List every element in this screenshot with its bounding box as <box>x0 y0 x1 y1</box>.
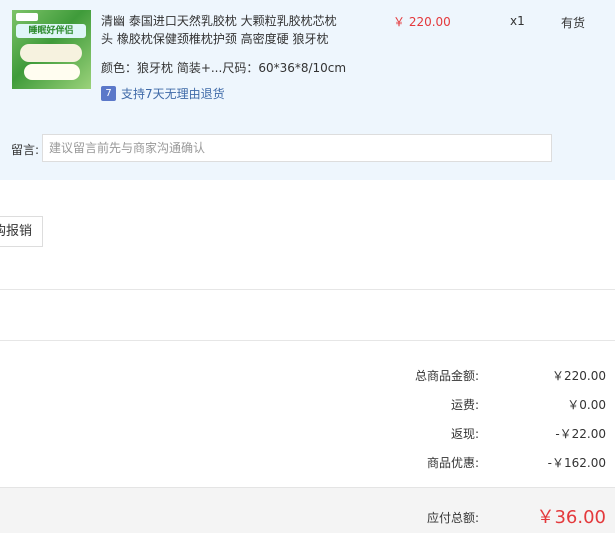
total-label: 应付总额: <box>426 511 479 525</box>
product-price: ￥ 220.00 <box>393 15 451 29</box>
product-attributes: 颜色：狼牙枕 简装+...尺码：60*36*8/10cm <box>101 61 347 75</box>
summary-label-cashback: 返现: <box>450 427 479 441</box>
summary-value-discount: -￥162.00 <box>547 456 606 470</box>
summary-value-shipping: ￥0.00 <box>567 398 606 412</box>
return-guarantee-text: 支持7天无理由退货 <box>121 86 225 101</box>
reimburse-button[interactable]: 购报销 <box>0 216 43 247</box>
summary-label-subtotal: 总商品金额: <box>414 369 479 383</box>
summary-label-shipping: 运费: <box>450 398 479 412</box>
summary-value-cashback: -￥22.00 <box>555 427 606 441</box>
product-title-link[interactable]: 清幽 泰国进口天然乳胶枕 大颗粒乳胶枕芯枕头 橡胶枕保健颈椎枕护颈 高密度硬 狼… <box>101 12 341 48</box>
divider <box>0 340 615 341</box>
return-guarantee: 7 支持7天无理由退货 <box>101 84 225 102</box>
summary-label-discount: 商品优惠: <box>426 456 479 470</box>
total-amount: ￥36.00 <box>536 507 606 528</box>
note-input[interactable] <box>42 134 552 162</box>
brand-logo <box>16 13 38 21</box>
product-quantity: x1 <box>510 14 525 28</box>
total-bar: 应付总额: ￥36.00 <box>0 487 615 533</box>
pillow-shape <box>24 64 80 80</box>
note-label: 留言: <box>11 143 40 157</box>
product-image-caption: 睡眠好伴侣 <box>28 26 74 36</box>
pillow-shape <box>20 44 82 62</box>
summary-value-subtotal: ￥220.00 <box>552 369 606 383</box>
stock-status: 有货 <box>561 16 586 30</box>
return-guarantee-icon: 7 <box>101 85 116 101</box>
order-item-panel: 睡眠好伴侣 清幽 泰国进口天然乳胶枕 大颗粒乳胶枕芯枕头 橡胶枕保健颈椎枕护颈 … <box>0 0 615 180</box>
divider <box>0 289 615 290</box>
product-image[interactable]: 睡眠好伴侣 <box>12 10 91 89</box>
